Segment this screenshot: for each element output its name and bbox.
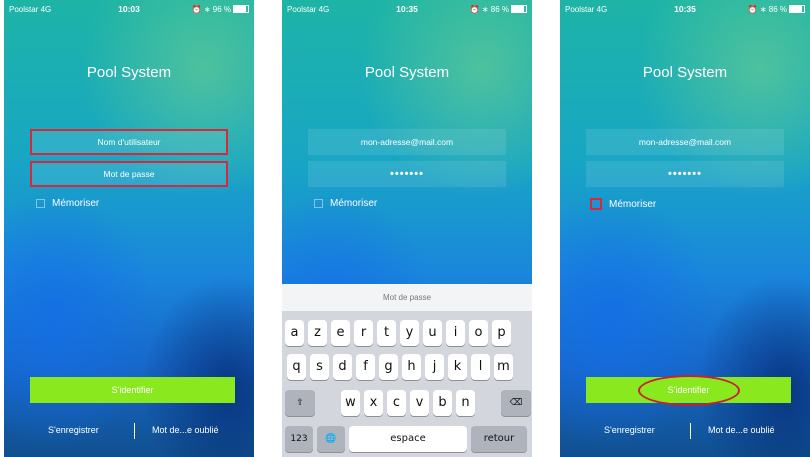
alarm-bluetooth-icon: ⏰ ∗ [191, 4, 211, 14]
remember-checkbox[interactable] [36, 199, 45, 208]
key-o[interactable]: o [469, 320, 488, 346]
keyboard-row-3: ⇧ w x c v b n ⌫ [285, 390, 531, 416]
register-link[interactable]: S'enregistrer [48, 425, 99, 435]
key-p[interactable]: p [492, 320, 511, 346]
key-x[interactable]: x [364, 390, 383, 416]
username-field[interactable]: Nom d'utilisateur [30, 129, 228, 155]
keyboard-row-4: 123 🌐 espace retour [285, 426, 527, 452]
username-field[interactable]: mon-adresse@mail.com [308, 129, 506, 155]
password-field[interactable]: ••••••• [586, 161, 784, 187]
key-r[interactable]: r [354, 320, 373, 346]
battery-status: ⏰ ∗ 96 % [169, 5, 249, 14]
shift-icon: ⇧ [296, 398, 304, 408]
link-divider [690, 423, 691, 439]
forgot-password-link[interactable]: Mot de...e oublié [152, 425, 219, 435]
battery-status: ⏰ ∗ 86 % [447, 5, 527, 14]
key-u[interactable]: u [423, 320, 442, 346]
link-divider [134, 423, 135, 439]
key-s[interactable]: s [310, 354, 329, 380]
app-title: Pool System [364, 64, 450, 81]
remember-row[interactable]: Mémoriser [314, 198, 377, 209]
carrier-label: Poolstar 4G [565, 4, 608, 14]
key-t[interactable]: t [377, 320, 396, 346]
clock: 10:03 [118, 4, 140, 14]
key-z[interactable]: z [308, 320, 327, 346]
login-button[interactable]: S'identifier [30, 377, 235, 403]
key-q[interactable]: q [287, 354, 306, 380]
key-m[interactable]: m [494, 354, 513, 380]
keyboard-row-2: q s d f g h j k l m [287, 354, 513, 380]
key-n[interactable]: n [456, 390, 475, 416]
alarm-bluetooth-icon: ⏰ ∗ [469, 4, 489, 14]
remember-checkbox[interactable] [590, 198, 602, 210]
login-screen-2: Poolstar 4G 10:35 ⏰ ∗ 86 % Pool System m… [282, 0, 532, 457]
carrier-label: Poolstar 4G [287, 4, 330, 14]
status-bar: Poolstar 4G 10:35 ⏰ ∗ 86 % [560, 0, 810, 18]
clock: 10:35 [396, 4, 418, 14]
return-key[interactable]: retour [471, 426, 527, 452]
bottom-links: S'enregistrer Mot de...e oublié [4, 423, 254, 439]
space-key[interactable]: espace [349, 426, 467, 452]
clock: 10:35 [674, 4, 696, 14]
key-b[interactable]: b [433, 390, 452, 416]
key-w[interactable]: w [341, 390, 360, 416]
register-link[interactable]: S'enregistrer [604, 425, 655, 435]
battery-status: ⏰ ∗ 86 % [725, 5, 805, 14]
key-g[interactable]: g [379, 354, 398, 380]
key-v[interactable]: v [410, 390, 429, 416]
key-i[interactable]: i [446, 320, 465, 346]
password-field[interactable]: ••••••• [308, 161, 506, 187]
app-title: Pool System [86, 64, 172, 81]
key-k[interactable]: k [448, 354, 467, 380]
battery-percent: 86 % [490, 4, 509, 14]
remember-label: Mémoriser [609, 198, 657, 210]
key-e[interactable]: e [331, 320, 350, 346]
keyboard-row-1: a z e r t y u i o p [285, 320, 511, 346]
numbers-key[interactable]: 123 [285, 426, 313, 452]
battery-percent: 86 % [768, 4, 787, 14]
carrier-label: Poolstar 4G [9, 4, 52, 14]
battery-icon [789, 5, 805, 14]
globe-icon: 🌐 [325, 434, 337, 444]
shift-key[interactable]: ⇧ [285, 390, 315, 416]
keyboard-header: Mot de passe [282, 284, 532, 311]
delete-icon: ⌫ [509, 398, 523, 408]
globe-key[interactable]: 🌐 [317, 426, 345, 452]
status-bar: Poolstar 4G 10:35 ⏰ ∗ 86 % [282, 0, 532, 18]
login-screen-3: Poolstar 4G 10:35 ⏰ ∗ 86 % Pool System m… [560, 0, 810, 457]
key-f[interactable]: f [356, 354, 375, 380]
key-j[interactable]: j [425, 354, 444, 380]
highlight-oval [638, 375, 740, 406]
remember-label: Mémoriser [52, 198, 100, 209]
delete-key[interactable]: ⌫ [501, 390, 531, 416]
key-y[interactable]: y [400, 320, 419, 346]
key-c[interactable]: c [387, 390, 406, 416]
forgot-password-link[interactable]: Mot de...e oublié [708, 425, 775, 435]
battery-icon [511, 5, 527, 14]
alarm-bluetooth-icon: ⏰ ∗ [747, 4, 767, 14]
battery-icon [233, 5, 249, 14]
key-d[interactable]: d [333, 354, 352, 380]
username-field[interactable]: mon-adresse@mail.com [586, 129, 784, 155]
remember-label: Mémoriser [330, 198, 378, 209]
status-bar: Poolstar 4G 10:03 ⏰ ∗ 96 % [4, 0, 254, 18]
app-title: Pool System [642, 64, 728, 81]
password-field[interactable]: Mot de passe [30, 161, 228, 187]
key-h[interactable]: h [402, 354, 421, 380]
keyboard: Mot de passe a z e r t y u i o p q s d f… [282, 284, 532, 457]
remember-row[interactable]: Mémoriser [590, 198, 656, 210]
key-l[interactable]: l [471, 354, 490, 380]
battery-percent: 96 % [212, 4, 231, 14]
key-a[interactable]: a [285, 320, 304, 346]
login-screen-1: Poolstar 4G 10:03 ⏰ ∗ 96 % Pool System N… [4, 0, 254, 457]
remember-row[interactable]: Mémoriser [36, 198, 99, 209]
bottom-links: S'enregistrer Mot de...e oublié [560, 423, 810, 439]
remember-checkbox[interactable] [314, 199, 323, 208]
